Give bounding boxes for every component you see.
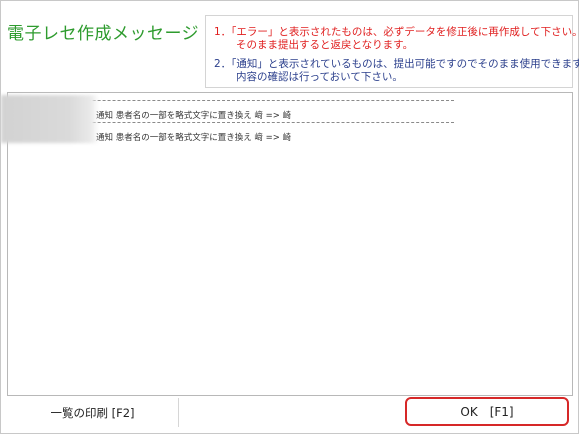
ok-button[interactable]: OK [F1]	[405, 397, 569, 426]
window-title: 電子レセ作成メッセージ	[7, 24, 200, 44]
notice-error-line-1: 1．「エラー」と表示されたものは、必ずデータを修正後に再作成して下さい。	[214, 26, 579, 38]
log-entry-text: 通知 患者名の一部を略式文字に置き換え 﨑 => 崎	[96, 133, 292, 143]
notice-info-line-2: 内容の確認は行っておいて下さい。	[236, 71, 403, 83]
notice-info-line-1: 2．「通知」と表示されているものは、提出可能ですのでそのまま使用できますが、	[214, 58, 579, 70]
log-entry-text: 通知 患者名の一部を略式文字に置き換え 﨑 => 崎	[96, 111, 292, 121]
notice-box: 1．「エラー」と表示されたものは、必ずデータを修正後に再作成して下さい。 そのま…	[205, 15, 579, 88]
message-window: 電子レセ作成メッセージ 1．「エラー」と表示されたものは、必ずデータを修正後に再…	[0, 0, 579, 434]
redacted-area	[1, 95, 99, 143]
notice-error-line-2: そのまま提出すると返戻となります。	[236, 39, 414, 51]
print-list-button[interactable]: 一覧の印刷 [F2]	[7, 398, 179, 427]
